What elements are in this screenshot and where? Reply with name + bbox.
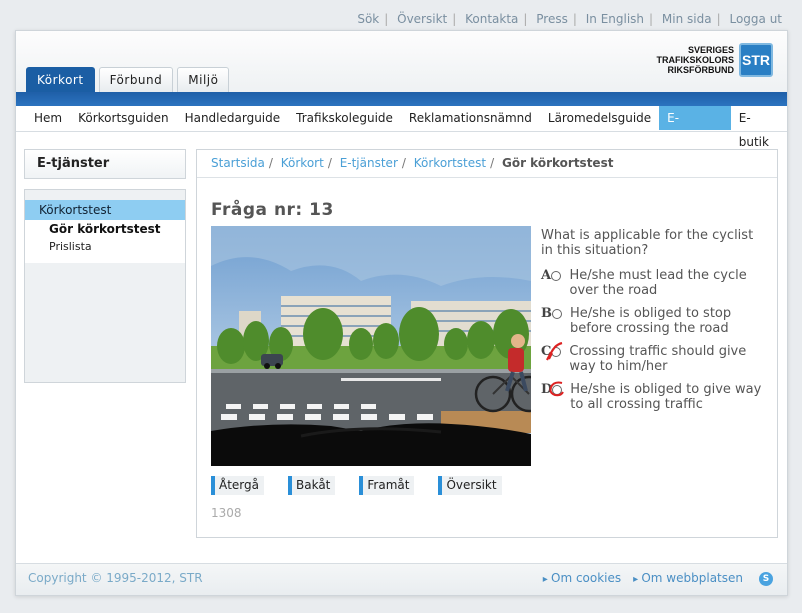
sidebar-nav: Körkortstest Gör körkortstest Prislista bbox=[24, 189, 186, 383]
breadcrumb-startsida[interactable]: Startsida bbox=[211, 156, 265, 170]
logo-text: SVERIGES TRAFIKSKOLORS RIKSFÖRBUND bbox=[656, 45, 735, 75]
nav-e-butik[interactable]: E-butik bbox=[731, 106, 787, 149]
previous-button[interactable]: Bakåt bbox=[288, 476, 336, 495]
logo-badge: STR bbox=[739, 43, 773, 77]
question-title: Fråga nr: 13 bbox=[211, 200, 334, 220]
nav-trafikskoleguide[interactable]: Trafikskoleguide bbox=[288, 106, 401, 130]
circle-mark-icon bbox=[549, 381, 565, 397]
breadcrumb-korkortstest[interactable]: Körkortstest bbox=[414, 156, 486, 170]
next-button[interactable]: Framåt bbox=[359, 476, 415, 495]
breadcrumb: Startsida / Körkort / E-tjänster / Körkorts… bbox=[197, 150, 777, 178]
util-link-my-page[interactable]: Min sida bbox=[662, 12, 712, 26]
question-image bbox=[211, 226, 531, 466]
question-text: What is applicable for the cyclist in th… bbox=[541, 228, 754, 258]
tab-forbund[interactable]: Förbund bbox=[98, 67, 174, 92]
breadcrumb-current: Gör körkortstest bbox=[501, 156, 614, 170]
util-link-english[interactable]: In English bbox=[586, 12, 644, 26]
question-code: 1308 bbox=[211, 506, 242, 520]
str-logo[interactable]: SVERIGES TRAFIKSKOLORS RIKSFÖRBUND STR bbox=[656, 43, 773, 77]
util-link-search[interactable]: Sök bbox=[357, 12, 379, 26]
question-nav-buttons: Återgå Bakåt Framåt Översikt bbox=[211, 476, 526, 495]
util-link-contact[interactable]: Kontakta bbox=[465, 12, 518, 26]
option-text: He/she must lead the cycle over the road bbox=[569, 268, 747, 298]
page-frame: Körkort Förbund Miljö SVERIGES TRAFIKSKO… bbox=[15, 30, 788, 596]
util-link-logout[interactable]: Logga ut bbox=[729, 12, 782, 26]
skype-icon[interactable]: S bbox=[759, 572, 773, 586]
option-text: He/she is obliged to give way to all cro… bbox=[570, 382, 762, 412]
radio-option-a[interactable] bbox=[551, 271, 562, 281]
option-letter: B bbox=[541, 306, 552, 321]
util-link-overview[interactable]: Översikt bbox=[397, 12, 447, 26]
sidebar-title: E-tjänster bbox=[24, 149, 186, 179]
footer-links: Om cookies Om webbplatsen bbox=[543, 571, 743, 585]
footer-link-cookies[interactable]: Om cookies bbox=[543, 571, 621, 585]
answer-option-b[interactable]: B He/she is obliged to stop before cross… bbox=[541, 306, 771, 336]
nav-korkortsguiden[interactable]: Körkortsguiden bbox=[70, 106, 176, 130]
utility-nav: Sök | Översikt | Kontakta | Press | In Engli… bbox=[357, 12, 782, 26]
tab-korkort[interactable]: Körkort bbox=[26, 67, 95, 92]
header: Körkort Förbund Miljö SVERIGES TRAFIKSKO… bbox=[16, 31, 787, 93]
option-letter: A bbox=[541, 268, 552, 283]
nav-handledarguide[interactable]: Handledarguide bbox=[177, 106, 289, 130]
copyright: Copyright © 1995-2012, STR bbox=[28, 571, 203, 585]
option-text: Crossing traffic should give way to him/… bbox=[569, 344, 747, 374]
breadcrumb-korkort[interactable]: Körkort bbox=[281, 156, 324, 170]
util-link-press[interactable]: Press bbox=[536, 12, 568, 26]
radio-option-b[interactable] bbox=[552, 309, 562, 319]
answer-option-c[interactable]: C Crossing traffic should give way to hi… bbox=[541, 342, 771, 374]
sidebar-item-gor-korkortstest[interactable]: Gör körkortstest bbox=[25, 220, 185, 238]
tab-miljo[interactable]: Miljö bbox=[177, 67, 230, 92]
back-to-start-button[interactable]: Återgå bbox=[211, 476, 264, 495]
header-bar bbox=[16, 92, 787, 106]
nav-reklamationsnamnd[interactable]: Reklamationsnämnd bbox=[401, 106, 540, 130]
footer: Copyright © 1995-2012, STR Om cookies Om… bbox=[16, 563, 787, 595]
main-nav: Hem Körkortsguiden Handledarguide Trafik… bbox=[16, 106, 787, 149]
radio-option-c[interactable] bbox=[546, 342, 563, 361]
answer-option-a[interactable]: A He/she must lead the cycle over the ro… bbox=[541, 268, 771, 298]
nav-hem[interactable]: Hem bbox=[26, 106, 70, 130]
option-text: He/she is obliged to stop before crossin… bbox=[570, 306, 732, 336]
sidebar-item-prislista[interactable]: Prislista bbox=[25, 238, 185, 255]
breadcrumb-e-tjanster[interactable]: E-tjänster bbox=[340, 156, 398, 170]
answer-option-d[interactable]: D He/she is obliged to give way to all c… bbox=[541, 381, 771, 412]
nav-laromedelsguide[interactable]: Läromedelsguide bbox=[540, 106, 659, 130]
traffic-scene-illustration bbox=[211, 226, 531, 466]
section-tabs: Körkort Förbund Miljö bbox=[26, 67, 230, 92]
sidebar-item-korkortstest[interactable]: Körkortstest bbox=[25, 200, 185, 220]
nav-e-tjanster[interactable]: E-tjänster bbox=[659, 106, 731, 149]
main-content: Startsida / Körkort / E-tjänster / Körkorts… bbox=[196, 149, 778, 538]
overview-button[interactable]: Översikt bbox=[438, 476, 502, 495]
radio-option-d[interactable] bbox=[549, 381, 565, 397]
footer-link-about-site[interactable]: Om webbplatsen bbox=[633, 571, 743, 585]
checkmark-icon bbox=[546, 342, 563, 361]
